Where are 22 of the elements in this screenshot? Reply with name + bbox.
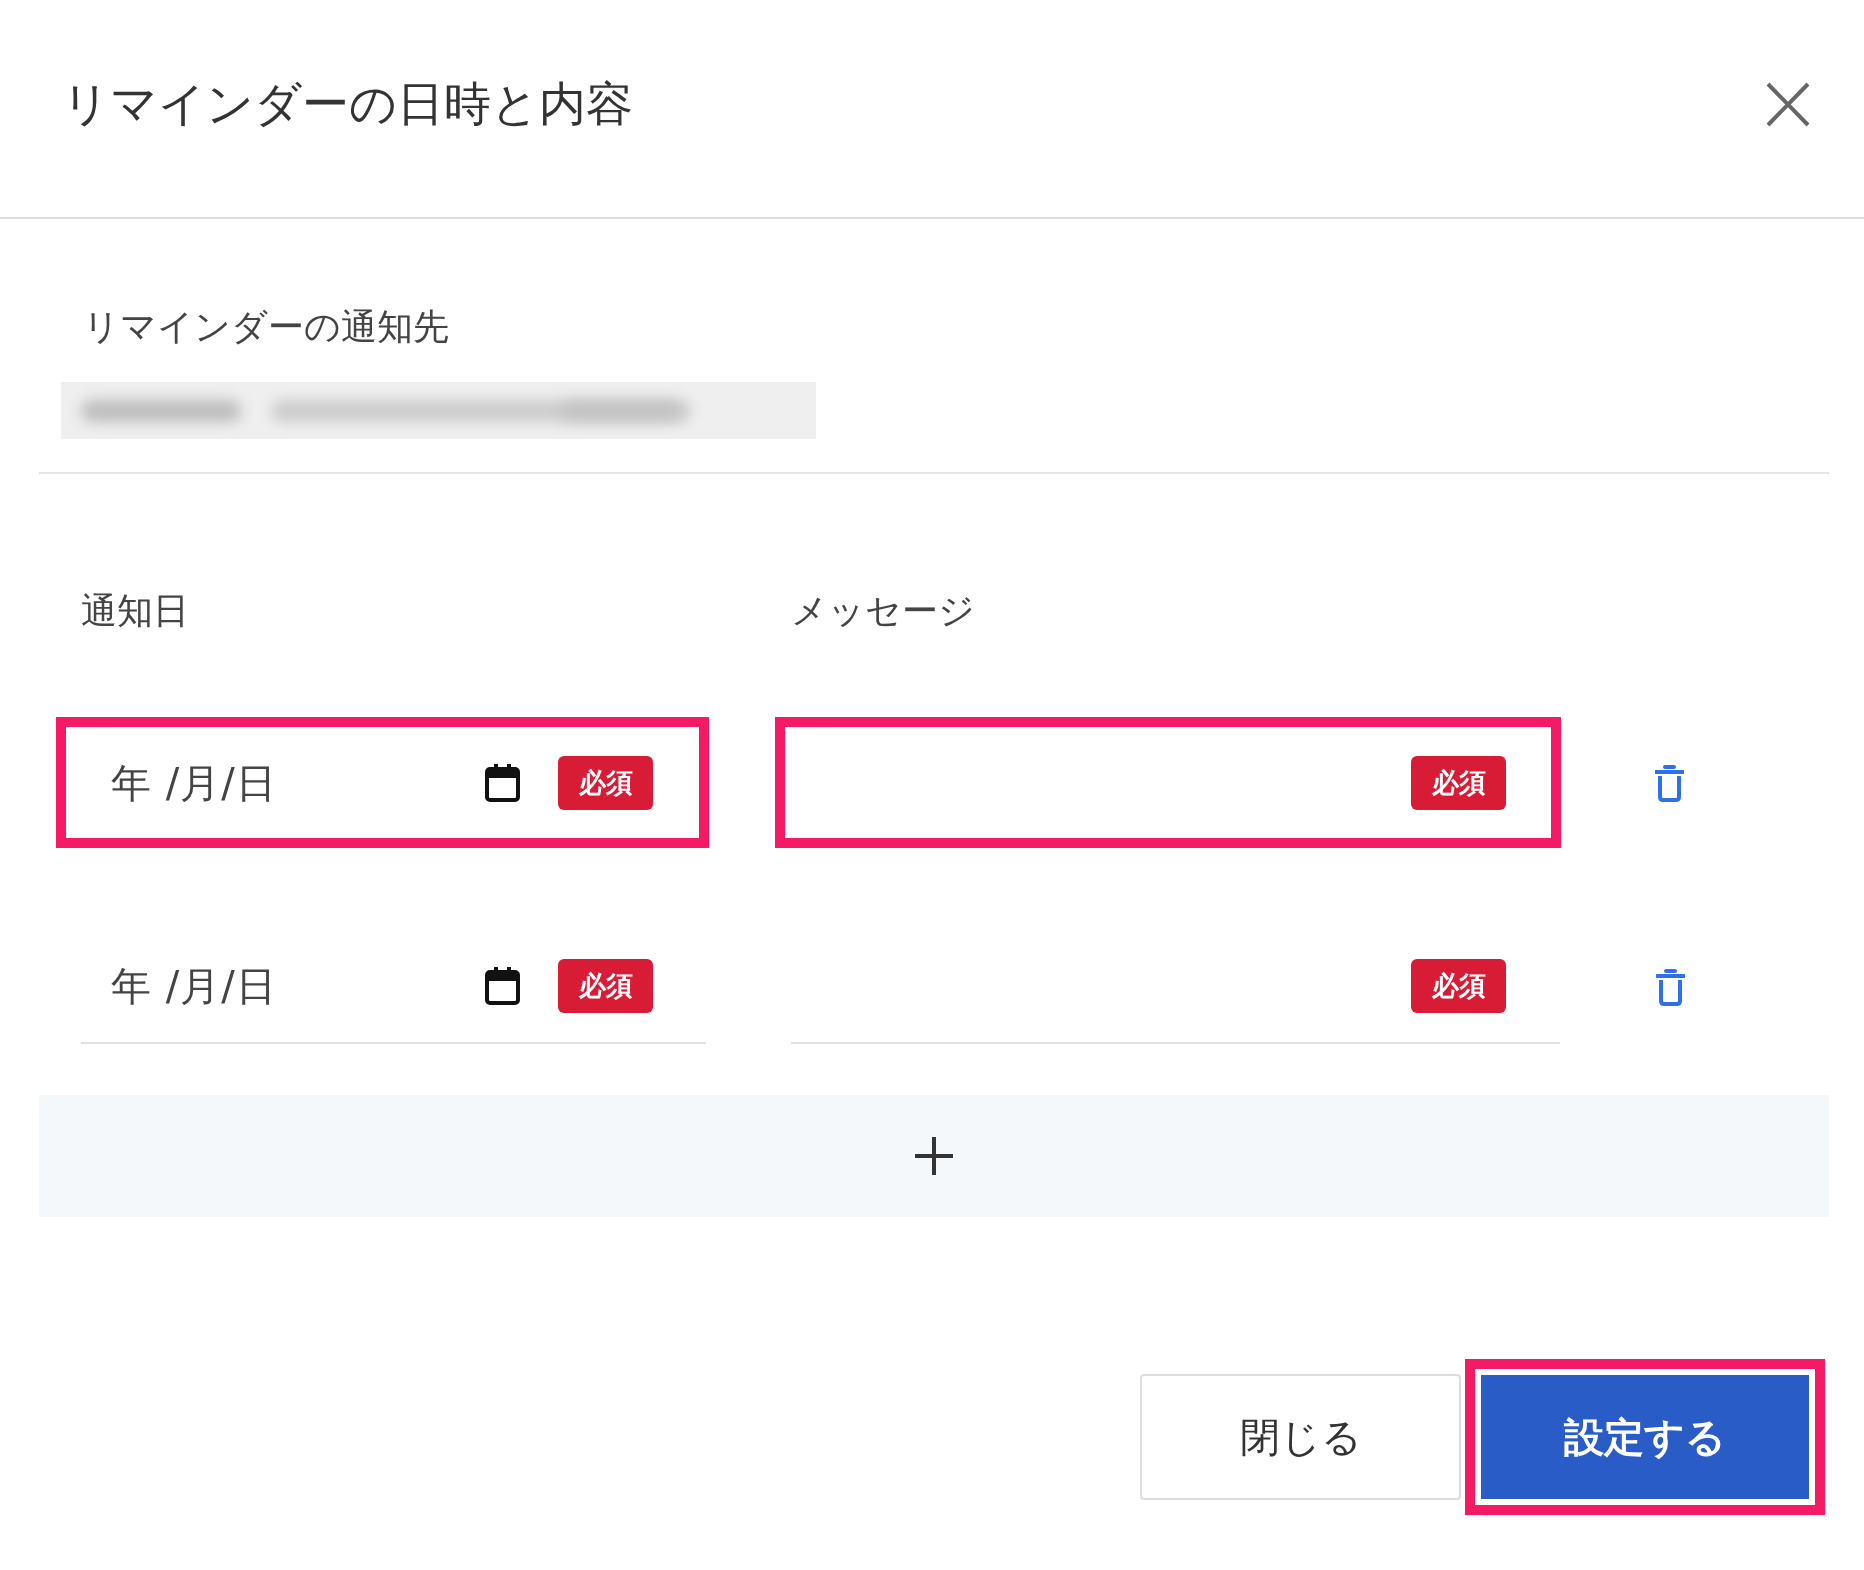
close-button[interactable]: 閉じる xyxy=(1140,1374,1461,1500)
confirm-button[interactable]: 設定する xyxy=(1465,1359,1825,1515)
date-field[interactable]: 年 /月/日 必須 xyxy=(56,717,709,848)
date-field[interactable]: 年 /月/日 必須 xyxy=(81,929,706,1044)
calendar-icon[interactable] xyxy=(485,966,520,1005)
required-badge: 必須 xyxy=(558,958,653,1013)
column-label: 通知日 xyxy=(81,589,190,633)
date-input[interactable]: 年 /月/日 xyxy=(111,955,473,1016)
plus-icon xyxy=(914,1136,954,1176)
trash-icon[interactable] xyxy=(1655,763,1684,802)
close-icon[interactable] xyxy=(1766,82,1810,127)
trash-icon[interactable] xyxy=(1656,967,1685,1006)
date-input[interactable]: 年 /月/日 xyxy=(111,752,473,813)
required-badge: 必須 xyxy=(1411,958,1506,1013)
calendar-icon[interactable] xyxy=(485,763,520,802)
message-field[interactable]: 必須 xyxy=(791,929,1560,1044)
required-badge: 必須 xyxy=(558,755,653,810)
dialog-title: リマインダーの日時と内容 xyxy=(62,76,633,133)
message-field[interactable]: 必須 xyxy=(775,717,1561,848)
required-badge: 必須 xyxy=(1411,755,1506,810)
column-label: メッセージ xyxy=(791,589,975,633)
recipient-label: リマインダーの通知先 xyxy=(83,305,449,349)
